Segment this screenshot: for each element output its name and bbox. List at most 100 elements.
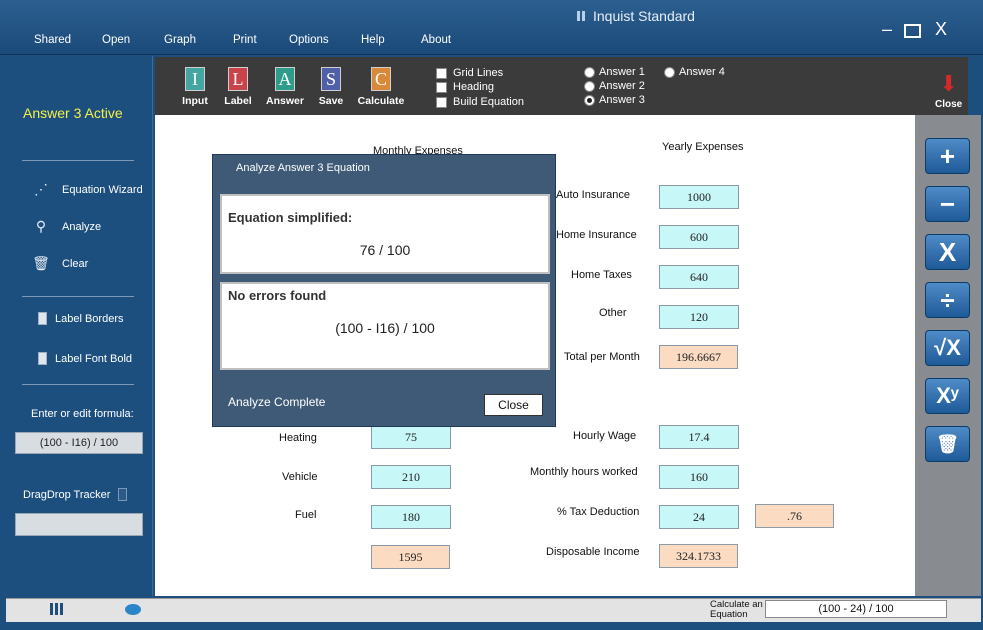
power-button[interactable]: Xʸ bbox=[925, 378, 970, 414]
errors-panel: No errors found (100 - I16) / 100 bbox=[220, 282, 550, 370]
divide-button[interactable]: ÷ bbox=[925, 282, 970, 318]
vehicle-input[interactable]: 210 bbox=[371, 465, 451, 489]
grid-lines-checkbox[interactable]: Grid Lines bbox=[436, 67, 503, 79]
grid-icon[interactable] bbox=[50, 603, 64, 615]
save-tool-label: Save bbox=[318, 95, 344, 107]
monthly-hours-label: Monthly hours worked bbox=[530, 466, 638, 478]
save-icon: S bbox=[321, 67, 341, 91]
analyze-label: Analyze bbox=[62, 220, 102, 233]
equation-wizard-label: Equation Wizard bbox=[62, 183, 143, 196]
radio-dot[interactable] bbox=[664, 66, 675, 78]
tax-factor-answer[interactable]: .76 bbox=[755, 504, 834, 528]
dragdrop-field[interactable] bbox=[15, 513, 143, 536]
answer-tool[interactable]: A Answer bbox=[260, 67, 310, 107]
minimize-button[interactable]: – bbox=[882, 19, 892, 40]
dragdrop-checkbox[interactable] bbox=[118, 488, 128, 501]
dragdrop-label: DragDrop Tracker bbox=[23, 488, 111, 501]
search-icon: ⚲ bbox=[35, 218, 47, 234]
title-bar bbox=[0, 0, 983, 55]
tax-deduction-input[interactable]: 24 bbox=[659, 505, 739, 529]
answer-3-radio[interactable]: Answer 3 bbox=[584, 94, 645, 106]
home-insurance-input[interactable]: 600 bbox=[659, 225, 739, 249]
trash-icon: 🗑 bbox=[32, 255, 50, 271]
monthly-hours-input[interactable]: 160 bbox=[659, 465, 739, 489]
clear-button[interactable]: 🗑 Clear bbox=[30, 255, 88, 272]
disposable-income-answer[interactable]: 324.1733 bbox=[659, 544, 738, 568]
equation-wizard-button[interactable]: ⋰ Equation Wizard bbox=[30, 181, 143, 198]
calculate-tool-label: Calculate bbox=[357, 95, 405, 107]
multiply-button[interactable]: X bbox=[925, 234, 970, 270]
dragdrop-tracker: DragDrop Tracker bbox=[23, 488, 128, 501]
menu-graph[interactable]: Graph bbox=[164, 34, 196, 46]
heading-checkbox[interactable]: Heading bbox=[436, 81, 494, 93]
label-borders-label: Label Borders bbox=[55, 312, 124, 325]
dialog-close-button[interactable]: Close bbox=[484, 394, 543, 416]
answer-1-radio[interactable]: Answer 1 bbox=[584, 66, 645, 78]
label-font-bold-toggle[interactable]: Label Font Bold bbox=[38, 352, 132, 365]
app-logo-icon bbox=[577, 11, 587, 21]
label-tool[interactable]: L Label bbox=[213, 67, 263, 107]
heating-input[interactable]: 75 bbox=[371, 425, 451, 449]
label-font-bold-label: Label Font Bold bbox=[55, 352, 133, 365]
dialog-status: Analyze Complete bbox=[228, 395, 326, 409]
answer-2-radio[interactable]: Answer 2 bbox=[584, 80, 645, 92]
checkbox-box[interactable] bbox=[436, 67, 447, 79]
chart-icon[interactable] bbox=[125, 604, 141, 615]
heating-label: Heating bbox=[279, 432, 317, 444]
other-label: Other bbox=[599, 307, 627, 319]
square-root-button[interactable]: √X bbox=[925, 330, 970, 366]
close-window-button[interactable]: X bbox=[935, 19, 947, 40]
analyze-button[interactable]: ⚲ Analyze bbox=[30, 218, 101, 235]
formula-label: Enter or edit formula: bbox=[31, 408, 134, 420]
other-input[interactable]: 120 bbox=[659, 305, 739, 329]
input-tool-label: Input bbox=[182, 95, 208, 107]
radio-dot[interactable] bbox=[584, 66, 595, 78]
label-icon: L bbox=[228, 67, 248, 91]
answer-4-label: Answer 4 bbox=[679, 66, 725, 78]
auto-insurance-input[interactable]: 1000 bbox=[659, 185, 739, 209]
answer-2-label: Answer 2 bbox=[599, 80, 645, 92]
fuel-input[interactable]: 180 bbox=[371, 505, 451, 529]
subtract-button[interactable]: − bbox=[925, 186, 970, 222]
calculate-tool[interactable]: C Calculate bbox=[356, 67, 406, 107]
home-taxes-input[interactable]: 640 bbox=[659, 265, 739, 289]
calc-label-line2: Equation bbox=[710, 609, 748, 620]
checkbox-box[interactable] bbox=[436, 81, 447, 93]
radio-dot[interactable] bbox=[584, 80, 595, 92]
answer-icon: A bbox=[275, 67, 295, 91]
app-title-text: Inquist Standard bbox=[593, 8, 695, 24]
maximize-button[interactable] bbox=[904, 24, 921, 38]
label-tool-label: Label bbox=[224, 95, 252, 107]
answer-1-label: Answer 1 bbox=[599, 66, 645, 78]
vehicle-label: Vehicle bbox=[282, 471, 318, 483]
delete-button[interactable]: 🗑 bbox=[925, 426, 970, 462]
menu-shared[interactable]: Shared bbox=[34, 34, 71, 46]
menu-print[interactable]: Print bbox=[233, 34, 257, 46]
menu-options[interactable]: Options bbox=[289, 34, 329, 46]
answer-4-radio[interactable]: Answer 4 bbox=[664, 66, 725, 78]
checkbox-box[interactable] bbox=[436, 96, 447, 108]
hourly-wage-label: Hourly Wage bbox=[573, 430, 637, 442]
input-icon: I bbox=[185, 67, 205, 91]
monthly-total-answer[interactable]: 1595 bbox=[371, 545, 450, 569]
build-equation-checkbox[interactable]: Build Equation bbox=[436, 96, 524, 108]
menu-help[interactable]: Help bbox=[361, 34, 385, 46]
calculate-equation-field[interactable]: (100 - 24) / 100 bbox=[765, 600, 947, 618]
save-tool[interactable]: S Save bbox=[306, 67, 356, 107]
menu-open[interactable]: Open bbox=[102, 34, 130, 46]
close-tool-button[interactable]: ⬇ Close bbox=[935, 73, 962, 111]
hourly-wage-input[interactable]: 17.4 bbox=[659, 425, 739, 449]
divider bbox=[22, 384, 134, 385]
label-borders-toggle[interactable]: Label Borders bbox=[38, 312, 124, 325]
trash-icon: 🗑 bbox=[936, 434, 959, 454]
checkbox-icon[interactable] bbox=[38, 352, 47, 365]
menu-about[interactable]: About bbox=[421, 34, 451, 46]
errors-label: No errors found bbox=[228, 288, 327, 303]
formula-input[interactable]: (100 - I16) / 100 bbox=[15, 432, 143, 454]
total-per-month-answer[interactable]: 196.6667 bbox=[659, 345, 738, 369]
checkbox-icon[interactable] bbox=[38, 312, 47, 325]
add-button[interactable]: + bbox=[925, 138, 970, 174]
tax-deduction-label: % Tax Deduction bbox=[557, 506, 640, 518]
radio-dot-selected[interactable] bbox=[584, 94, 595, 106]
calculate-icon: C bbox=[371, 67, 391, 91]
